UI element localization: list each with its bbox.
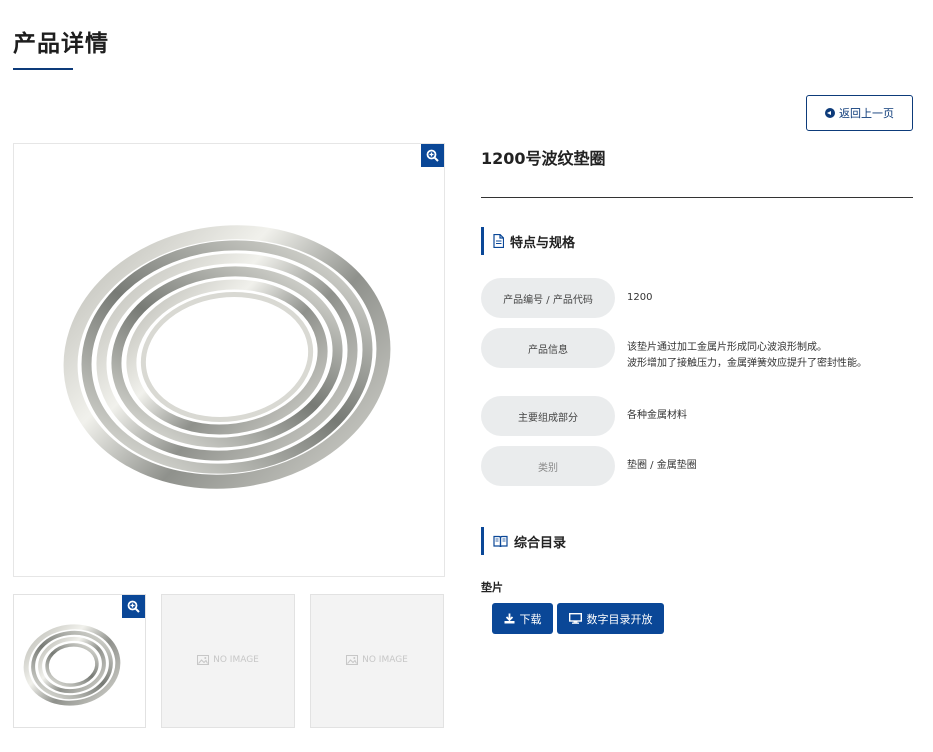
main-product-image[interactable] [13,143,445,577]
digital-catalog-button[interactable]: 数字目录开放 [557,603,664,634]
specs-section-title: 特点与规格 [510,235,576,251]
spec-label-product-code: 产品编号 / 产品代码 [481,278,615,318]
thumbnail-2[interactable]: NO IMAGE [161,594,295,728]
title-underline [13,68,73,70]
back-button[interactable]: 返回上一页 [806,95,913,131]
document-icon [493,234,504,248]
arrow-left-circle-icon [825,108,835,118]
spec-label-main-components: 主要组成部分 [481,396,615,436]
download-button-label: 下载 [519,612,542,626]
product-name: 1200号波纹垫圈 [481,149,606,168]
download-button[interactable]: 下载 [492,603,553,634]
monitor-icon [568,613,582,624]
thumbnail-1[interactable] [13,594,146,728]
divider [481,197,913,198]
back-button-label: 返回上一页 [839,107,894,120]
no-image-placeholder: NO IMAGE [311,655,443,665]
digital-catalog-button-label: 数字目录开放 [586,612,653,626]
zoom-in-icon [426,149,439,162]
spec-label-category: 类别 [481,446,615,486]
no-image-text: NO IMAGE [362,655,408,665]
spec-value-product-info-line-2: 波形增加了接触压力，金属弹簧效应提升了密封性能。 [627,358,867,369]
zoom-button[interactable] [421,144,444,167]
specs-section-heading: 特点与规格 [481,227,575,255]
no-image-text: NO IMAGE [213,655,259,665]
spec-value-product-info-line-1: 该垫片通过加工金属片形成同心波浪形制成。 [627,342,827,353]
product-photo [63,225,391,489]
spec-value-product-code: 1200 [627,292,653,303]
spec-value-category: 垫圈 / 金属垫圈 [627,460,697,471]
thumbnail-zoom-button[interactable] [122,595,145,618]
zoom-in-icon [127,600,140,613]
catalog-section-heading: 综合目录 [481,527,566,555]
catalog-item-title: 垫片 [481,581,503,594]
image-icon [346,655,359,665]
page-title: 产品详情 [13,31,109,57]
thumbnail-3[interactable]: NO IMAGE [310,594,444,728]
catalog-section-title: 综合目录 [514,535,567,551]
book-icon [493,535,508,547]
no-image-placeholder: NO IMAGE [162,655,294,665]
spec-value-main-components: 各种金属材料 [627,410,687,421]
download-icon [504,613,514,624]
image-icon [197,655,210,665]
spec-value-product-info: 该垫片通过加工金属片形成同心波浪形制成。 波形增加了接触压力，金属弹簧效应提升了… [627,340,867,372]
spec-label-product-info: 产品信息 [481,328,615,368]
